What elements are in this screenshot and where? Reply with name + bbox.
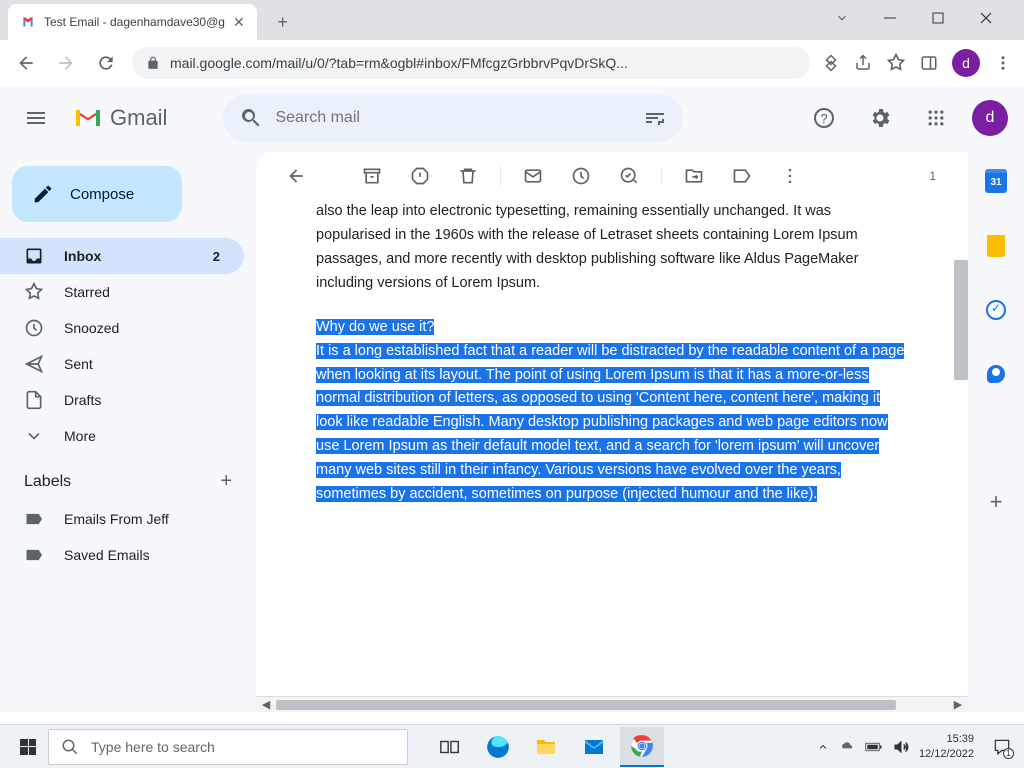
search-options-icon[interactable] — [643, 106, 667, 130]
search-bar[interactable] — [223, 94, 683, 142]
spam-button[interactable] — [400, 156, 440, 196]
sidebar: Compose Inbox 2 Starred Snoozed Sent — [0, 150, 256, 712]
snooze-button[interactable] — [561, 156, 601, 196]
gmail-logo[interactable]: Gmail — [72, 102, 167, 134]
keep-icon[interactable] — [976, 226, 1016, 266]
add-label-icon[interactable]: + — [220, 470, 232, 493]
battery-icon[interactable] — [865, 741, 883, 753]
calendar-icon[interactable]: 31 — [976, 162, 1016, 202]
labels-heading: Labels — [24, 473, 71, 491]
main-menu-button[interactable] — [16, 98, 56, 138]
address-bar[interactable]: mail.google.com/mail/u/0/?tab=rm&ogbl#in… — [132, 47, 810, 79]
contacts-icon[interactable] — [976, 354, 1016, 394]
sidebar-item-snoozed[interactable]: Snoozed — [0, 310, 244, 346]
horizontal-scrollbar[interactable]: ◀ ▶ — [256, 696, 968, 712]
clock[interactable]: 15:39 12/12/2022 — [919, 732, 974, 761]
search-icon[interactable] — [239, 106, 263, 130]
archive-button[interactable] — [352, 156, 392, 196]
mail-icon[interactable] — [572, 727, 616, 767]
browser-tab[interactable]: Test Email - dagenhamdave30@g ✕ — [8, 4, 257, 40]
sidebar-item-inbox[interactable]: Inbox 2 — [0, 238, 244, 274]
email-body[interactable]: also the leap into electronic typesettin… — [256, 200, 968, 696]
compose-button[interactable]: Compose — [12, 166, 182, 222]
tab-title: Test Email - dagenhamdave30@g — [44, 15, 225, 29]
bookmark-star-icon[interactable] — [886, 53, 906, 73]
sidebar-item-drafts[interactable]: Drafts — [0, 382, 244, 418]
onedrive-icon[interactable] — [839, 739, 855, 755]
vertical-scrollbar[interactable] — [954, 260, 968, 380]
side-panel: 31 + — [968, 150, 1024, 712]
forward-button[interactable] — [52, 49, 80, 77]
extension-diamond-icon[interactable] — [822, 54, 840, 72]
mark-unread-button[interactable] — [513, 156, 553, 196]
caret-down-icon[interactable] — [828, 4, 856, 32]
search-input[interactable] — [263, 109, 643, 127]
more-button[interactable] — [770, 156, 810, 196]
taskbar: Type here to search 15:39 12/12/2022 1 — [0, 724, 1024, 768]
add-task-button[interactable] — [609, 156, 649, 196]
tab-close-icon[interactable]: ✕ — [233, 14, 245, 31]
taskbar-search[interactable]: Type here to search — [48, 729, 408, 765]
new-tab-button[interactable]: + — [269, 8, 297, 36]
chrome-icon[interactable] — [620, 727, 664, 767]
url-text: mail.google.com/mail/u/0/?tab=rm&ogbl#in… — [170, 55, 796, 71]
minimize-button[interactable] — [876, 4, 904, 32]
task-view-icon[interactable] — [428, 727, 472, 767]
reload-button[interactable] — [92, 49, 120, 77]
close-window-button[interactable] — [972, 4, 1000, 32]
share-icon[interactable] — [854, 54, 872, 72]
support-icon[interactable]: ? — [804, 98, 844, 138]
maximize-button[interactable] — [924, 4, 952, 32]
scroll-right-icon[interactable]: ▶ — [950, 697, 966, 713]
email-paragraph-highlighted: Why do we use it? It is a long establish… — [316, 316, 908, 507]
sidebar-label-item[interactable]: Saved Emails — [0, 537, 244, 573]
scroll-left-icon[interactable]: ◀ — [258, 697, 274, 713]
email-paragraph: also the leap into electronic typesettin… — [316, 200, 908, 296]
add-on-button[interactable]: + — [976, 482, 1016, 522]
volume-icon[interactable] — [893, 739, 909, 755]
labels-button[interactable] — [722, 156, 762, 196]
gmail-favicon-icon — [20, 14, 36, 30]
browser-profile-avatar[interactable]: d — [952, 49, 980, 77]
lock-icon — [146, 56, 160, 70]
sidebar-item-sent[interactable]: Sent — [0, 346, 244, 382]
edge-icon[interactable] — [476, 727, 520, 767]
pagination-count: 1 — [929, 169, 948, 183]
file-explorer-icon[interactable] — [524, 727, 568, 767]
tasks-icon[interactable] — [976, 290, 1016, 330]
sidebar-label-item[interactable]: Emails From Jeff — [0, 501, 244, 537]
gmail-brand-text: Gmail — [110, 105, 167, 131]
account-avatar[interactable]: d — [972, 100, 1008, 136]
back-to-inbox-button[interactable] — [276, 156, 316, 196]
tray-expand-icon[interactable] — [817, 741, 829, 753]
svg-text:?: ? — [820, 111, 827, 126]
delete-button[interactable] — [448, 156, 488, 196]
settings-icon[interactable] — [860, 98, 900, 138]
sidebar-item-more[interactable]: More — [0, 418, 244, 454]
apps-icon[interactable] — [916, 98, 956, 138]
notifications-icon[interactable]: 1 — [988, 733, 1016, 761]
back-button[interactable] — [12, 49, 40, 77]
browser-menu-icon[interactable] — [994, 54, 1012, 72]
move-to-button[interactable] — [674, 156, 714, 196]
scroll-thumb[interactable] — [276, 700, 896, 710]
sidebar-item-starred[interactable]: Starred — [0, 274, 244, 310]
side-panel-icon[interactable] — [920, 54, 938, 72]
start-button[interactable] — [8, 727, 48, 767]
compose-label: Compose — [70, 186, 134, 203]
